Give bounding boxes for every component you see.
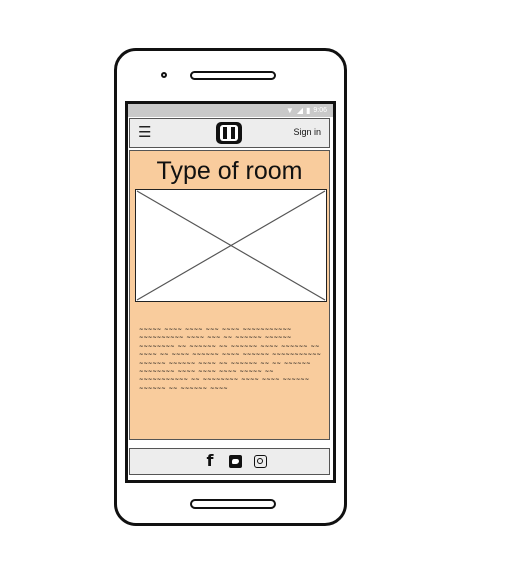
- battery-icon: ▮: [305, 106, 311, 115]
- status-bar: ▼ ◢ ▮ 9:06: [128, 104, 333, 117]
- sign-in-link[interactable]: Sign in: [293, 127, 321, 137]
- logo-letter-h: [220, 125, 238, 141]
- status-icons: ▼ ◢ ▮ 9:06: [286, 105, 327, 116]
- wifi-icon: ▼: [285, 106, 294, 115]
- body-text: ~~~~~ ~~~~ ~~~~ ~~~ ~~~~ ~~~~~~~~~~~ ~~~…: [139, 327, 321, 392]
- home-button[interactable]: [190, 499, 276, 509]
- facebook-icon[interactable]: f: [202, 453, 218, 469]
- logo-icon[interactable]: [216, 122, 242, 144]
- main-content: Type of room ~~~~~ ~~~~ ~~~~ ~~~ ~~~~ ~~…: [129, 150, 330, 440]
- page-title: Type of room: [156, 157, 303, 185]
- app-header: ☰ Sign in: [129, 118, 330, 148]
- image-placeholder-icon: [135, 189, 327, 302]
- twitter-icon[interactable]: [227, 453, 243, 469]
- instagram-icon[interactable]: [252, 453, 268, 469]
- phone-frame: ▼ ◢ ▮ 9:06 ☰ Sign in Type of room ~~~~~ …: [114, 48, 347, 526]
- status-time: 9:06: [313, 107, 327, 114]
- signal-icon: ◢: [296, 106, 303, 115]
- phone-screen: ▼ ◢ ▮ 9:06 ☰ Sign in Type of room ~~~~~ …: [125, 101, 336, 483]
- social-links: f: [202, 453, 268, 469]
- camera-icon: [161, 72, 167, 78]
- footer: f: [129, 448, 330, 475]
- image-placeholder-cross: [136, 190, 326, 301]
- hamburger-menu-icon[interactable]: ☰: [138, 125, 151, 141]
- speaker-grille: [190, 71, 276, 80]
